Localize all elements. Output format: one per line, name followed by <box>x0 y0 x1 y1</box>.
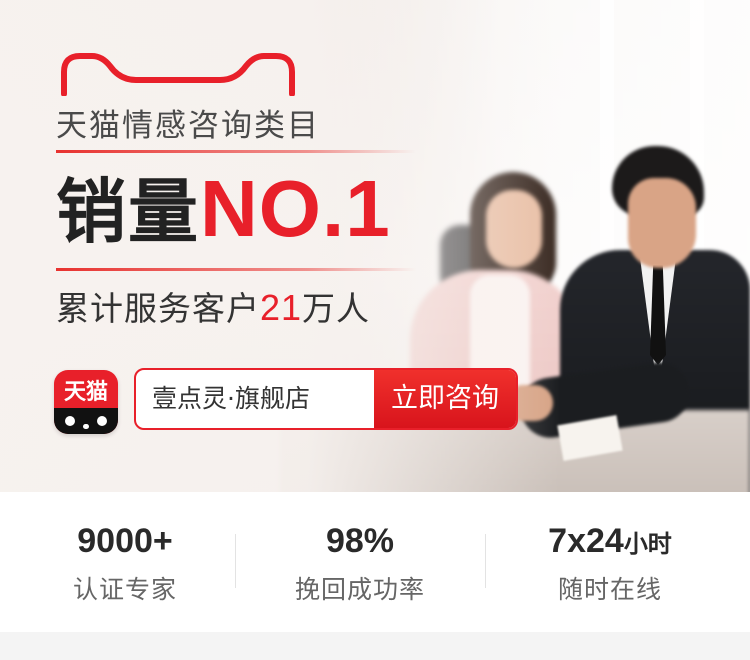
divider-line-bottom <box>56 268 416 271</box>
stat-label: 随时在线 <box>557 575 662 604</box>
tmall-logo-arc-icon <box>61 53 295 96</box>
hero-banner: 天猫情感咨询类目 销量NO.1 累计服务客户21万人 天猫 壹点灵·旗舰店 立即… <box>0 0 750 492</box>
stat-value: 9000+ <box>77 522 173 560</box>
tmall-app-icon-label: 天猫 <box>63 380 108 405</box>
photo-man-face <box>628 178 696 268</box>
category-slogan: 天猫情感咨询类目 <box>56 108 320 144</box>
stat-unit: 小时 <box>623 530 672 558</box>
stats-bar: 9000+ 认证专家 98% 挽回成功率 7x24小时 随时在线 <box>0 492 750 632</box>
stat-success-rate: 98% 挽回成功率 <box>235 492 485 632</box>
stat-label: 挽回成功率 <box>294 575 425 604</box>
consult-now-button[interactable]: 立即咨询 <box>374 370 516 428</box>
stat-label: 认证专家 <box>72 575 177 604</box>
tmall-app-icon[interactable]: 天猫 <box>54 370 118 434</box>
stat-value: 7x24 <box>548 522 624 560</box>
stat-experts: 9000+ 认证专家 <box>0 492 250 632</box>
stat-value: 98% <box>325 522 395 560</box>
headline-rank: NO.1 <box>200 164 391 253</box>
headline-text: 销量 <box>56 171 200 253</box>
store-search-box[interactable]: 壹点灵·旗舰店 立即咨询 <box>134 368 518 430</box>
stat-availability: 7x24小时 随时在线 <box>485 492 735 632</box>
store-name-field[interactable]: 壹点灵·旗舰店 <box>152 370 310 428</box>
divider-line-top <box>56 150 416 153</box>
customer-count-number: 21 <box>260 287 303 328</box>
customer-count-prefix: 累计服务客户 <box>56 289 260 328</box>
sales-headline: 销量NO.1 <box>56 164 391 254</box>
customer-count: 累计服务客户21万人 <box>56 282 370 330</box>
customer-count-suffix: 万人 <box>302 289 371 328</box>
cat-face-icon <box>54 408 118 434</box>
